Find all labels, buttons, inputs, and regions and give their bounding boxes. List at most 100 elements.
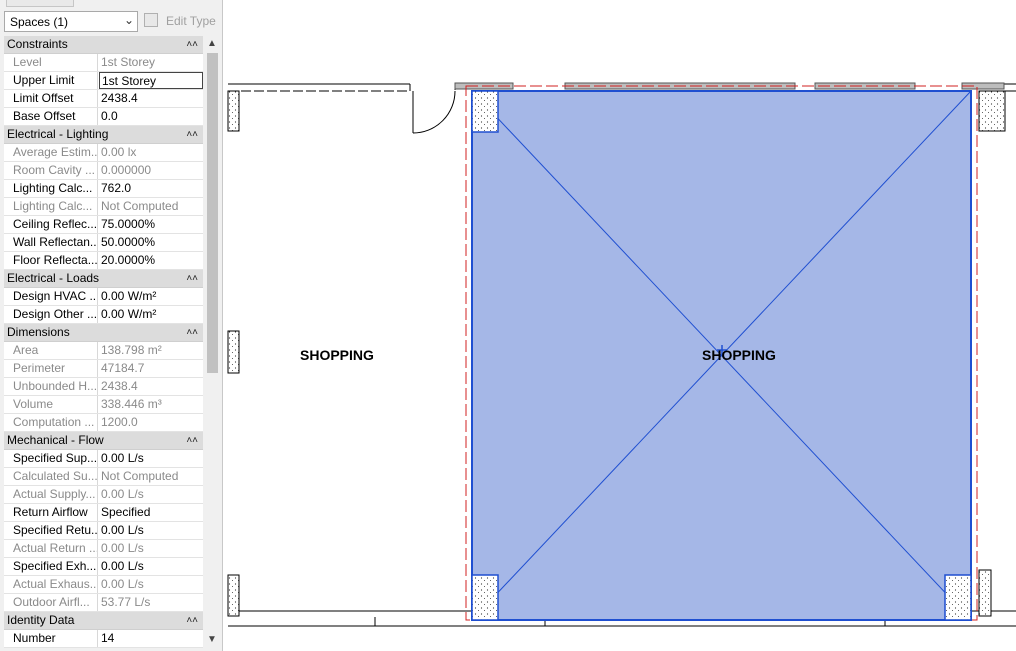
property-name: Return Airflow	[4, 504, 98, 521]
property-value: 0.00 L/s	[101, 577, 144, 591]
property-row: Room Cavity ... 0.000000	[4, 162, 203, 180]
collapse-icon[interactable]: ˄˄	[186, 36, 198, 53]
scroll-down-icon[interactable]: ▼	[204, 632, 220, 648]
property-name: Wall Reflectan...	[4, 234, 98, 251]
property-row[interactable]: Floor Reflecta... 20.0000%	[4, 252, 203, 270]
property-value[interactable]: 0.00 W/m²	[99, 288, 203, 305]
property-row[interactable]: Design Other ... 0.00 W/m²	[4, 306, 203, 324]
group-header[interactable]: Constraints ˄˄	[4, 36, 203, 54]
collapse-icon[interactable]: ˄˄	[186, 324, 198, 341]
property-row[interactable]: Number 14	[4, 630, 203, 648]
property-value[interactable]: 2438.4	[99, 90, 203, 107]
property-name: Outdoor Airfl...	[4, 594, 98, 611]
group-title: Dimensions	[7, 325, 70, 339]
properties-scrollbar[interactable]: ▲ ▼	[204, 36, 220, 648]
property-row: Level 1st Storey	[4, 54, 203, 72]
property-row[interactable]: Specified Exh... 0.00 L/s	[4, 558, 203, 576]
property-name: Unbounded H...	[4, 378, 98, 395]
group-title: Electrical - Loads	[7, 271, 100, 285]
property-value[interactable]: 75.0000%	[99, 216, 203, 233]
property-row[interactable]: Specified Sup... 0.00 L/s	[4, 450, 203, 468]
property-name: Actual Return ...	[4, 540, 98, 557]
property-value[interactable]: 0.00 L/s	[99, 450, 203, 467]
property-name: Volume	[4, 396, 98, 413]
property-value: 47184.7	[101, 361, 145, 375]
scroll-thumb[interactable]	[207, 53, 218, 373]
property-row[interactable]: Wall Reflectan... 50.0000%	[4, 234, 203, 252]
property-name: Upper Limit	[4, 72, 98, 89]
property-value[interactable]: 0.0	[99, 108, 203, 125]
property-value[interactable]: 0.00 L/s	[99, 522, 203, 539]
type-selector-value: Spaces (1)	[10, 15, 69, 29]
property-value[interactable]: 0.00 L/s	[99, 558, 203, 575]
property-row[interactable]: Design HVAC ... 0.00 W/m²	[4, 288, 203, 306]
group-header[interactable]: Electrical - Lighting ˄˄	[4, 126, 203, 144]
property-value[interactable]: 762.0	[99, 180, 203, 197]
property-value: 53.77 L/s	[101, 595, 151, 609]
property-value: 0.00 L/s	[101, 541, 144, 555]
property-name: Floor Reflecta...	[4, 252, 98, 269]
room-label-selected[interactable]: SHOPPING	[702, 347, 776, 363]
property-name: Room Cavity ...	[4, 162, 98, 179]
property-value: 338.446 m³	[101, 397, 162, 411]
property-row: Actual Supply... 0.00 L/s	[4, 486, 203, 504]
property-name: Design Other ...	[4, 306, 98, 323]
property-row: Perimeter 47184.7	[4, 360, 203, 378]
property-name: Limit Offset	[4, 90, 98, 107]
property-row[interactable]: Return Airflow Specified	[4, 504, 203, 522]
group-header[interactable]: Electrical - Loads ˄˄	[4, 270, 203, 288]
properties-tab[interactable]	[6, 0, 74, 7]
type-selector-dropdown[interactable]: Spaces (1) ⌄	[4, 11, 138, 32]
property-name: Calculated Su...	[4, 468, 98, 485]
property-value[interactable]: 50.0000%	[99, 234, 203, 251]
group-header[interactable]: Dimensions ˄˄	[4, 324, 203, 342]
property-row: Actual Return ... 0.00 L/s	[4, 540, 203, 558]
property-row[interactable]: Lighting Calc... 762.0	[4, 180, 203, 198]
group-header[interactable]: Mechanical - Flow ˄˄	[4, 432, 203, 450]
property-row: Volume 338.446 m³	[4, 396, 203, 414]
properties-panel: Spaces (1) ⌄ Edit Type Constraints ˄˄ Leve…	[0, 0, 223, 651]
group-title: Identity Data	[7, 613, 75, 627]
edit-type-button[interactable]: Edit Type	[143, 11, 219, 32]
collapse-icon[interactable]: ˄˄	[186, 612, 198, 629]
chevron-down-icon: ⌄	[123, 13, 134, 27]
property-row[interactable]: Limit Offset 2438.4	[4, 90, 203, 108]
floor-plan-canvas[interactable]	[224, 0, 1016, 651]
property-name: Lighting Calc...	[4, 180, 98, 197]
property-row[interactable]: Base Offset 0.0	[4, 108, 203, 126]
property-row[interactable]: Upper Limit 1st Storey	[4, 72, 203, 90]
property-name: Perimeter	[4, 360, 98, 377]
group-title: Mechanical - Flow	[7, 433, 104, 447]
property-value[interactable]: Specified	[99, 504, 203, 521]
property-row: Lighting Calc... Not Computed	[4, 198, 203, 216]
property-name: Base Offset	[4, 108, 98, 125]
collapse-icon[interactable]: ˄˄	[186, 432, 198, 449]
scroll-up-icon[interactable]: ▲	[204, 36, 220, 52]
property-value[interactable]: 0.00 W/m²	[99, 306, 203, 323]
property-name: Design HVAC ...	[4, 288, 98, 305]
property-value: 138.798 m²	[101, 343, 162, 357]
property-row: Unbounded H... 2438.4	[4, 378, 203, 396]
property-row[interactable]: Ceiling Reflec... 75.0000%	[4, 216, 203, 234]
property-value[interactable]: 20.0000%	[99, 252, 203, 269]
property-value[interactable]: 14	[99, 630, 203, 647]
property-row: Outdoor Airfl... 53.77 L/s	[4, 594, 203, 612]
property-value: 1200.0	[101, 415, 138, 429]
properties-grid: Constraints ˄˄ Level 1st Storey Upper Limit 1…	[4, 36, 203, 648]
property-name: Actual Supply...	[4, 486, 98, 503]
property-name: Level	[4, 54, 98, 71]
group-title: Constraints	[7, 37, 68, 51]
property-name: Area	[4, 342, 98, 359]
collapse-icon[interactable]: ˄˄	[186, 126, 198, 143]
property-row: Computation ... 1200.0	[4, 414, 203, 432]
property-name: Specified Exh...	[4, 558, 98, 575]
group-header[interactable]: Identity Data ˄˄	[4, 612, 203, 630]
room-label-left[interactable]: SHOPPING	[300, 347, 374, 363]
property-value[interactable]: 1st Storey	[99, 72, 203, 89]
property-name: Average Estim...	[4, 144, 98, 161]
edit-type-label: Edit Type	[166, 14, 216, 28]
property-row[interactable]: Specified Retu... 0.00 L/s	[4, 522, 203, 540]
property-value: Not Computed	[101, 469, 179, 483]
property-name: Ceiling Reflec...	[4, 216, 98, 233]
collapse-icon[interactable]: ˄˄	[186, 270, 198, 287]
